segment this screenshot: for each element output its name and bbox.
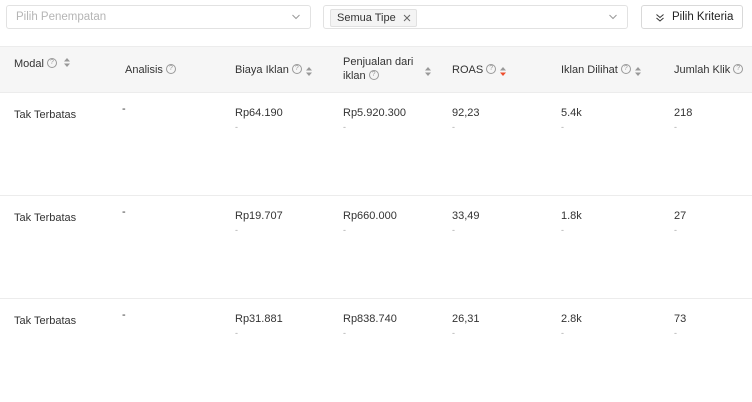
- sort-icon[interactable]: [425, 67, 431, 76]
- sort-icon[interactable]: [64, 58, 70, 67]
- cell-dilihat: 1.8k: [561, 210, 582, 222]
- cell-dilihat: 2.8k: [561, 313, 582, 325]
- cell-penjualan: Rp838.740: [343, 313, 397, 325]
- cell-modal: Tak Terbatas: [14, 212, 77, 224]
- cell-modal: Tak Terbatas: [14, 109, 77, 121]
- cell-roas-sub: -: [452, 328, 455, 338]
- cell-modal: Tak Terbatas: [14, 315, 77, 327]
- help-icon[interactable]: ?: [291, 64, 302, 75]
- cell-penjualan: Rp5.920.300: [343, 107, 406, 119]
- placement-select[interactable]: Pilih Penempatan: [6, 5, 311, 29]
- cell-dilihat-sub: -: [561, 328, 564, 338]
- cell-roas-sub: -: [452, 122, 455, 132]
- help-icon[interactable]: ?: [46, 58, 57, 69]
- cell-roas-sub: -: [452, 225, 455, 235]
- cell-penjualan-sub: -: [343, 225, 346, 235]
- criteria-button-label: Pilih Kriteria: [672, 11, 734, 23]
- cell-analisis: -: [122, 103, 126, 115]
- cell-dilihat: 5.4k: [561, 107, 582, 119]
- chevron-down-icon: [609, 14, 617, 20]
- column-biaya-label: Biaya Iklan: [235, 64, 289, 76]
- column-iklan-dilihat[interactable]: Iklan Dilihat?: [561, 63, 631, 77]
- column-penjualan[interactable]: Penjualan dari iklan?: [343, 55, 413, 83]
- sort-icon[interactable]: [635, 67, 641, 76]
- cell-dilihat-sub: -: [561, 225, 564, 235]
- cell-analisis: -: [122, 309, 126, 321]
- sort-icon[interactable]: [306, 67, 312, 76]
- cell-roas: 26,31: [452, 313, 480, 325]
- cell-biaya: Rp64.190: [235, 107, 283, 119]
- cell-klik-sub: -: [674, 225, 677, 235]
- criteria-button[interactable]: Pilih Kriteria: [641, 5, 743, 29]
- cell-roas: 92,23: [452, 107, 480, 119]
- cell-biaya-sub: -: [235, 328, 238, 338]
- cell-biaya: Rp31.881: [235, 313, 283, 325]
- help-icon[interactable]: ?: [368, 70, 379, 81]
- column-penjualan-label-2: iklan: [343, 70, 366, 82]
- type-tag: Semua Tipe: [330, 9, 417, 27]
- column-modal[interactable]: Modal?: [14, 57, 57, 71]
- table-row: Tak Terbatas - Rp19.707 - Rp660.000 - 33…: [0, 196, 752, 299]
- table-row: Tak Terbatas - Rp64.190 - Rp5.920.300 - …: [0, 93, 752, 196]
- help-icon[interactable]: ?: [486, 64, 497, 75]
- sort-active-icon[interactable]: [500, 67, 506, 76]
- column-roas-label: ROAS: [452, 64, 484, 76]
- cell-klik-sub: -: [674, 122, 677, 132]
- cell-roas: 33,49: [452, 210, 480, 222]
- cell-penjualan: Rp660.000: [343, 210, 397, 222]
- chevron-down-icon: [292, 14, 300, 20]
- column-jumlah-klik[interactable]: Jumlah Klik?: [674, 63, 744, 77]
- column-roas[interactable]: ROAS?: [452, 63, 497, 77]
- column-dilihat-label: Iklan Dilihat: [561, 64, 618, 76]
- placement-placeholder: Pilih Penempatan: [16, 11, 107, 23]
- cell-klik-sub: -: [674, 328, 677, 338]
- cell-klik: 27: [674, 210, 687, 222]
- table-row: Tak Terbatas - Rp31.881 - Rp838.740 - 26…: [0, 299, 752, 402]
- cell-klik: 218: [674, 107, 693, 119]
- help-icon[interactable]: ?: [165, 64, 176, 75]
- column-analisis-label: Analisis: [125, 64, 163, 76]
- column-penjualan-label: Penjualan dari: [343, 56, 414, 68]
- cell-penjualan-sub: -: [343, 328, 346, 338]
- column-biaya-iklan[interactable]: Biaya Iklan?: [235, 63, 302, 77]
- column-klik-label: Jumlah Klik: [674, 64, 731, 76]
- type-select[interactable]: Semua Tipe: [323, 5, 628, 29]
- cell-penjualan-sub: -: [343, 122, 346, 132]
- close-icon[interactable]: [403, 14, 411, 22]
- cell-klik: 73: [674, 313, 687, 325]
- cell-analisis: -: [122, 206, 126, 218]
- column-modal-label: Modal: [14, 58, 44, 70]
- column-analisis[interactable]: Analisis?: [125, 63, 176, 77]
- help-icon[interactable]: ?: [620, 64, 631, 75]
- cell-biaya-sub: -: [235, 122, 238, 132]
- cell-dilihat-sub: -: [561, 122, 564, 132]
- filter-bar: Pilih Penempatan Semua Tipe Pilih Kriter…: [0, 0, 752, 40]
- help-icon[interactable]: ?: [733, 64, 744, 75]
- table-header: Modal? Analisis? Biaya Iklan? Penjualan …: [0, 46, 752, 93]
- cell-biaya: Rp19.707: [235, 210, 283, 222]
- cell-biaya-sub: -: [235, 225, 238, 235]
- type-tag-label: Semua Tipe: [337, 12, 396, 24]
- double-chevron-down-icon: [656, 14, 664, 22]
